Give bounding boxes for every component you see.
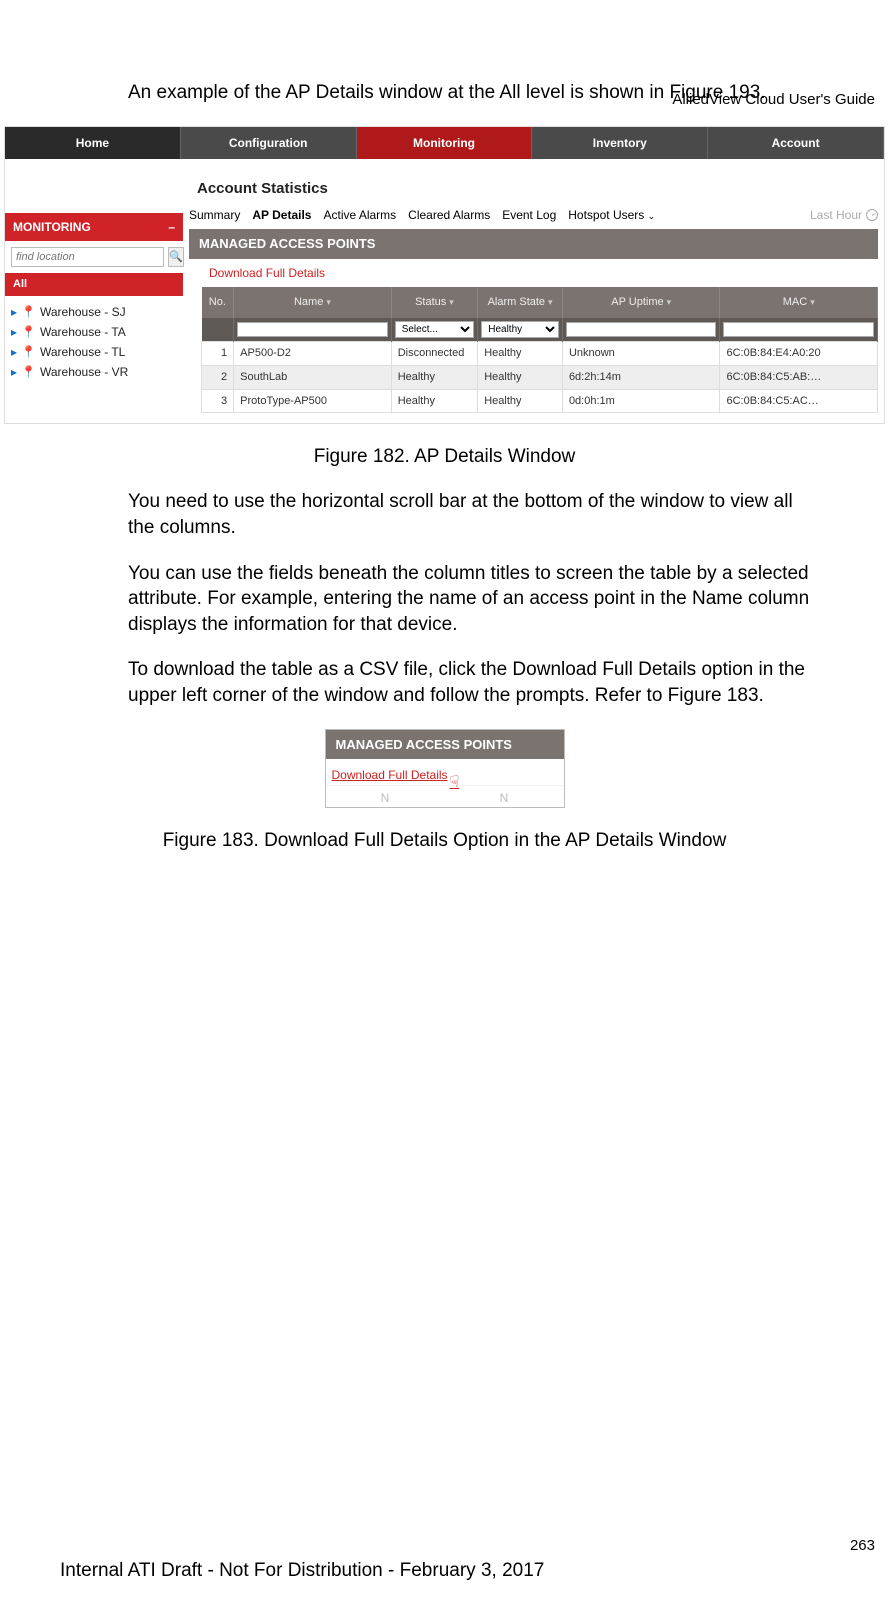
subtabs: Summary AP Details Active Alarms Cleared… (189, 207, 878, 229)
pin-icon: 📍 (21, 344, 36, 360)
tab-event-log[interactable]: Event Log (502, 207, 556, 223)
tree-item[interactable]: ▸📍Warehouse - TL (11, 342, 177, 362)
sort-icon: ▾ (449, 297, 454, 307)
caret-icon: ▸ (11, 304, 17, 320)
sort-icon: ▾ (548, 297, 553, 307)
footer-notice: Internal ATI Draft - Not For Distributio… (60, 1558, 544, 1584)
filter-status[interactable]: Select... (395, 321, 475, 338)
collapse-icon[interactable]: – (168, 219, 175, 235)
nav-home[interactable]: Home (5, 127, 181, 159)
top-nav: Home Configuration Monitoring Inventory … (5, 127, 884, 159)
time-range[interactable]: Last Hour (810, 207, 878, 223)
chevron-down-icon: ⌄ (648, 211, 656, 221)
sort-icon: ▾ (810, 297, 815, 307)
tab-hotspot-users[interactable]: Hotspot Users ⌄ (568, 207, 655, 223)
filter-alarm[interactable]: Healthy (481, 321, 559, 338)
monitoring-header: MONITORING– (5, 213, 183, 241)
clock-icon (866, 209, 878, 221)
pin-icon: 📍 (21, 324, 36, 340)
pin-icon: 📍 (21, 304, 36, 320)
caret-icon: ▸ (11, 324, 17, 340)
figure-caption-182: Figure 182. AP Details Window (0, 444, 889, 470)
para-scroll: You need to use the horizontal scroll ba… (128, 489, 819, 540)
caret-icon: ▸ (11, 344, 17, 360)
filter-name[interactable] (237, 322, 388, 337)
table-row[interactable]: 3ProtoType-AP500HealthyHealthy0d:0h:1m6C… (202, 389, 878, 413)
managed-ap-header: MANAGED ACCESS POINTS (189, 229, 878, 259)
tree-item[interactable]: ▸📍Warehouse - SJ (11, 302, 177, 322)
doc-header: AlliedView Cloud User's Guide (672, 90, 875, 110)
col-name[interactable]: Name▾ (234, 287, 392, 318)
table-row[interactable]: 1AP500-D2DisconnectedHealthyUnknown6C:0B… (202, 341, 878, 365)
col-no[interactable]: No. (202, 287, 234, 318)
table-row[interactable]: 2SouthLabHealthyHealthy6d:2h:14m6C:0B:84… (202, 365, 878, 389)
nav-account[interactable]: Account (708, 127, 884, 159)
download-full-details-link[interactable]: Download Full Details ☟ (326, 759, 564, 785)
filter-uptime[interactable] (566, 322, 717, 337)
col-mac[interactable]: MAC▾ (720, 287, 878, 318)
page-title: Account Statistics (189, 163, 878, 207)
tab-summary[interactable]: Summary (189, 207, 240, 223)
search-icon[interactable]: 🔍 (168, 247, 184, 267)
col-status[interactable]: Status▾ (391, 287, 478, 318)
tab-cleared-alarms[interactable]: Cleared Alarms (408, 207, 490, 223)
download-details-screenshot: MANAGED ACCESS POINTS Download Full Deta… (325, 729, 565, 808)
figure-caption-183: Figure 183. Download Full Details Option… (0, 828, 889, 854)
col-uptime[interactable]: AP Uptime▾ (562, 287, 720, 318)
download-full-details-link[interactable]: Download Full Details (189, 259, 878, 287)
nav-config[interactable]: Configuration (181, 127, 357, 159)
page-number: 263 (850, 1536, 875, 1556)
nav-inventory[interactable]: Inventory (532, 127, 708, 159)
tree-all[interactable]: All (5, 273, 183, 296)
nav-monitoring[interactable]: Monitoring (357, 127, 533, 159)
tree-item[interactable]: ▸📍Warehouse - VR (11, 362, 177, 382)
location-search-input[interactable] (11, 247, 164, 267)
sort-icon: ▾ (326, 297, 331, 307)
ap-table: No. Name▾ Status▾ Alarm State▾ AP Uptime… (201, 287, 878, 413)
partial-col: N (445, 790, 564, 806)
pin-icon: 📍 (21, 364, 36, 380)
sort-icon: ▾ (667, 297, 672, 307)
partial-col: N (326, 790, 445, 806)
tab-active-alarms[interactable]: Active Alarms (323, 207, 396, 223)
managed-ap-header: MANAGED ACCESS POINTS (326, 730, 564, 760)
filter-mac[interactable] (723, 322, 874, 337)
para-filter: You can use the fields beneath the colum… (128, 561, 819, 638)
col-alarm[interactable]: Alarm State▾ (478, 287, 563, 318)
tree-item[interactable]: ▸📍Warehouse - TA (11, 322, 177, 342)
caret-icon: ▸ (11, 364, 17, 380)
location-tree: ▸📍Warehouse - SJ ▸📍Warehouse - TA ▸📍Ware… (5, 296, 183, 423)
ap-details-screenshot: Home Configuration Monitoring Inventory … (4, 126, 885, 424)
tab-ap-details[interactable]: AP Details (252, 207, 311, 223)
para-download: To download the table as a CSV file, cli… (128, 657, 819, 708)
